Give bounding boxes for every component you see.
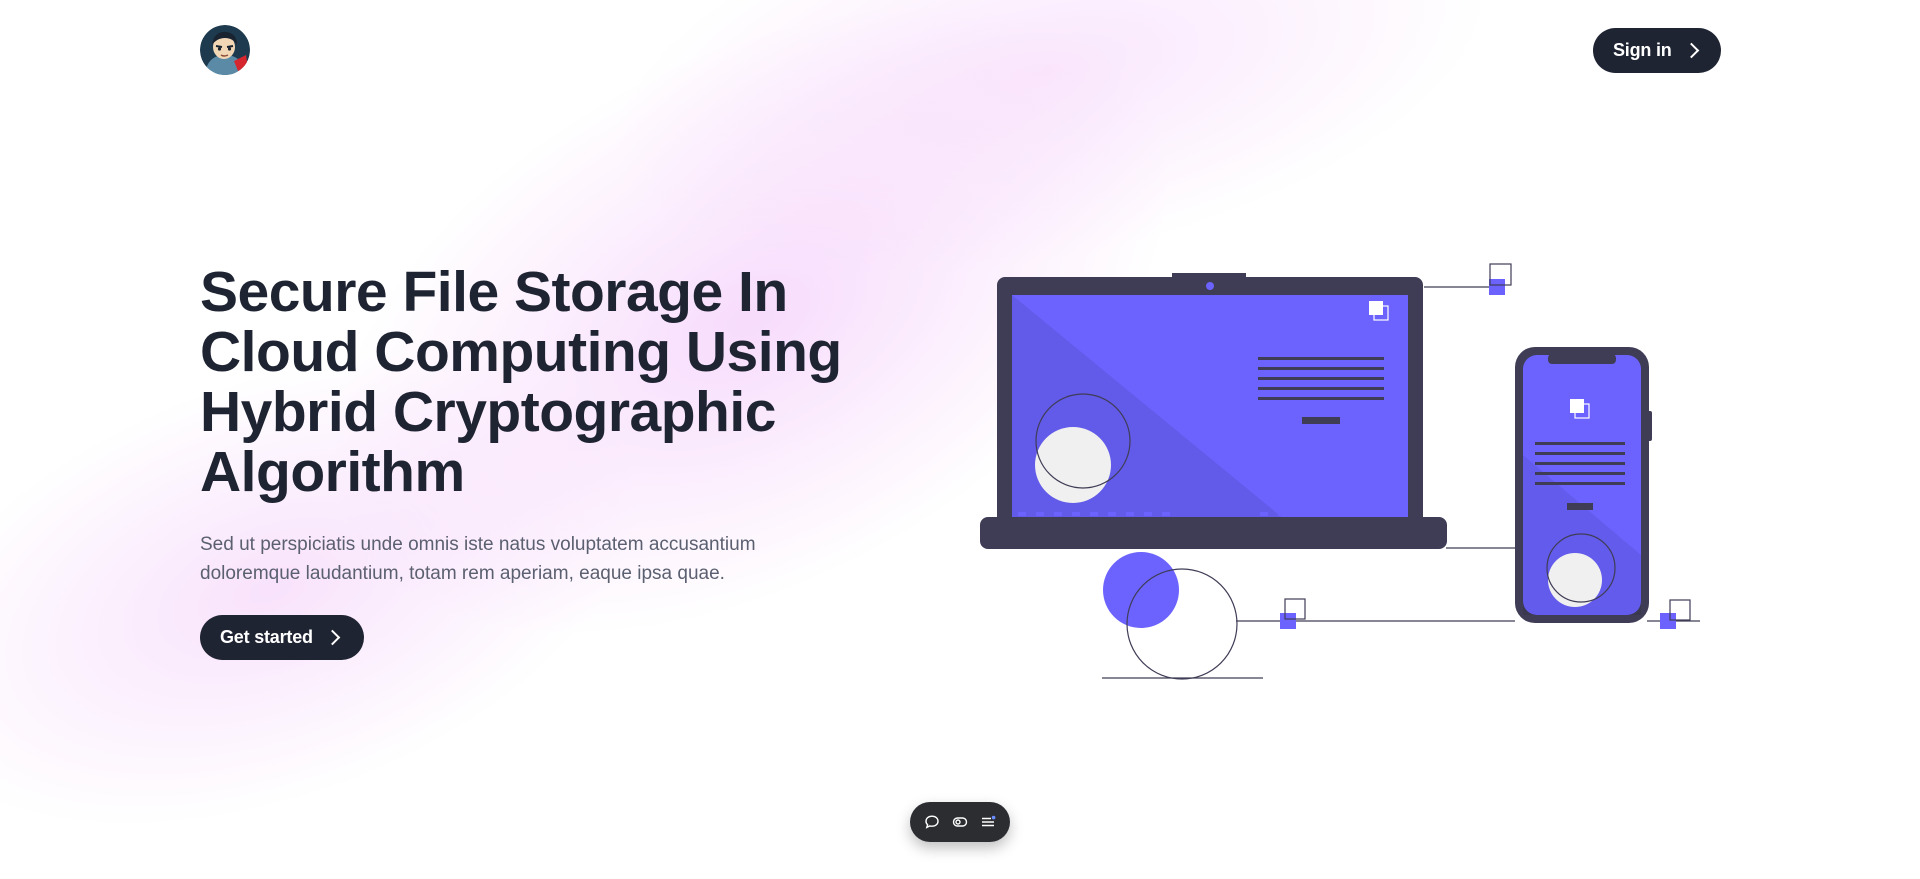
- hero-subtitle: Sed ut perspiciatis unde omnis iste natu…: [200, 534, 756, 584]
- laptop-camera: [1206, 282, 1214, 290]
- phone-side-button: [1647, 411, 1652, 441]
- avatar-illustration-icon: [200, 25, 250, 75]
- accent-square: [1280, 613, 1296, 629]
- landing-page: Sign in Secure File Storage In Cloud Com…: [0, 0, 1920, 879]
- get-started-button[interactable]: Get started: [200, 615, 364, 660]
- screen-square-icon: [1369, 301, 1383, 315]
- avatar[interactable]: [200, 25, 250, 75]
- sign-in-button[interactable]: Sign in: [1593, 28, 1721, 73]
- menu-button[interactable]: [977, 811, 999, 833]
- chevron-right-icon: [1683, 42, 1699, 59]
- chat-button[interactable]: [921, 811, 943, 833]
- hero-title: Secure File Storage In Cloud Computing U…: [200, 260, 842, 504]
- hero-illustration: [970, 255, 1710, 685]
- chat-icon: [925, 815, 939, 829]
- menu-icon: [982, 815, 996, 827]
- devices-illustration: [980, 263, 1700, 680]
- accent-square: [1660, 613, 1676, 629]
- toggle-button[interactable]: [949, 811, 971, 833]
- accent-circle: [1103, 552, 1179, 628]
- accent-square: [1489, 279, 1505, 295]
- chevron-right-icon: [324, 629, 341, 646]
- phone-square-icon: [1570, 399, 1584, 413]
- sign-in-label: Sign in: [1613, 40, 1672, 60]
- floating-toolbar: [910, 802, 1010, 842]
- get-started-label: Get started: [220, 627, 313, 647]
- phone-notch: [1548, 354, 1616, 364]
- screen-circle: [1035, 427, 1111, 503]
- toggle-icon: [952, 817, 968, 827]
- laptop-base: [980, 517, 1447, 549]
